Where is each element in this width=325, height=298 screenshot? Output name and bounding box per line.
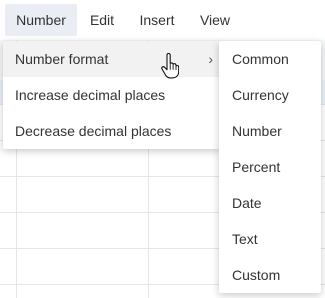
menubar-edit[interactable]: Edit	[82, 4, 122, 36]
submenu-item-common[interactable]: Common	[219, 41, 321, 77]
menubar: Number Edit Insert View	[0, 0, 325, 40]
submenu-item-date[interactable]: Date	[219, 185, 321, 221]
number-menu: Number format › Increase decimal places …	[3, 41, 221, 149]
submenu-item-number[interactable]: Number	[219, 113, 321, 149]
hand-pointer-icon	[161, 53, 179, 79]
menu-item-label: Number format	[15, 51, 109, 67]
chevron-right-icon: ›	[208, 51, 213, 67]
menu-item-increase-decimal[interactable]: Increase decimal places	[3, 77, 221, 113]
menubar-view[interactable]: View	[192, 4, 238, 36]
menu-item-number-format[interactable]: Number format ›	[3, 41, 221, 77]
number-format-submenu: Common Currency Number Percent Date Text…	[219, 41, 321, 293]
submenu-item-percent[interactable]: Percent	[219, 149, 321, 185]
menubar-insert[interactable]: Insert	[132, 4, 182, 36]
submenu-item-custom[interactable]: Custom	[219, 257, 321, 293]
menubar-number[interactable]: Number	[5, 4, 77, 36]
submenu-item-currency[interactable]: Currency	[219, 77, 321, 113]
menu-item-decrease-decimal[interactable]: Decrease decimal places	[3, 113, 221, 149]
submenu-item-text[interactable]: Text	[219, 221, 321, 257]
menu-item-label: Decrease decimal places	[15, 123, 172, 139]
menu-item-label: Increase decimal places	[15, 87, 166, 103]
